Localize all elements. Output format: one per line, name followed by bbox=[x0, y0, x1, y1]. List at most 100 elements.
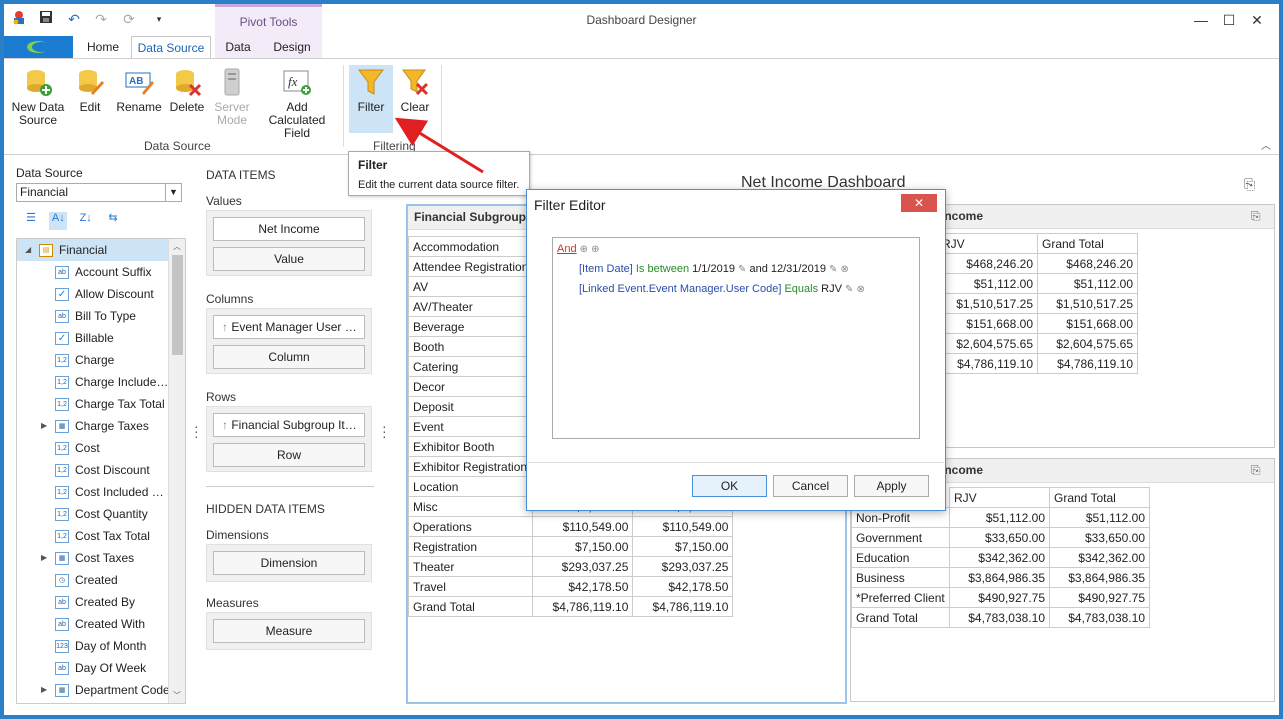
export-icon[interactable]: ⎘ bbox=[1244, 176, 1255, 193]
field-item[interactable]: ▶ ▦ Charge Taxes bbox=[17, 415, 169, 437]
field-item[interactable]: ab Day Of Week bbox=[17, 657, 169, 679]
column-header[interactable]: RJV bbox=[949, 487, 1050, 508]
field-item[interactable]: ab Created With bbox=[17, 613, 169, 635]
numeric-field-icon: 1,2 bbox=[55, 508, 69, 521]
collapse-icon[interactable]: ◢ bbox=[25, 239, 35, 261]
group-by-type-icon[interactable]: ☰ bbox=[22, 211, 40, 229]
scroll-down-icon[interactable]: ﹀ bbox=[173, 690, 181, 701]
sort-descending-icon[interactable]: Z↓ bbox=[77, 212, 95, 230]
close-icon[interactable]: ✕ bbox=[901, 194, 937, 212]
close-icon[interactable]: ✕ bbox=[1242, 8, 1272, 32]
export-icon[interactable]: ⎘ bbox=[1251, 463, 1261, 478]
field-item[interactable]: ab Account Suffix bbox=[17, 261, 169, 283]
scrollbar-thumb[interactable] bbox=[172, 255, 183, 355]
delete-button[interactable]: Delete bbox=[168, 67, 206, 114]
field-item[interactable]: 1,2 Cost Included … bbox=[17, 481, 169, 503]
condition-value-to[interactable]: 12/31/2019 bbox=[771, 263, 826, 275]
data-source-value: Financial bbox=[20, 185, 69, 199]
filter-button[interactable]: Filter bbox=[349, 65, 393, 133]
group-operator-and[interactable]: And bbox=[557, 243, 577, 255]
field-item[interactable]: 1,2 Cost bbox=[17, 437, 169, 459]
dimensions-drop-target[interactable]: Dimension bbox=[213, 551, 365, 575]
field-item[interactable]: 1,2 Charge bbox=[17, 349, 169, 371]
chevron-down-icon[interactable]: ▼ bbox=[165, 184, 181, 201]
collapse-ribbon-icon[interactable]: ︿ bbox=[1261, 137, 1271, 152]
condition-field[interactable]: [Item Date] bbox=[579, 263, 633, 275]
column-header[interactable]: RJV bbox=[937, 233, 1038, 254]
export-icon[interactable]: ⎘ bbox=[1251, 209, 1261, 224]
columns-drop-target[interactable]: Column bbox=[213, 345, 365, 369]
edit-pencil-icon[interactable]: ✎ bbox=[829, 264, 837, 275]
edit-pencil-icon[interactable]: ✎ bbox=[845, 284, 853, 295]
header-row: RJV Grand Total bbox=[937, 233, 1138, 254]
field-item[interactable]: 1,2 Charge Tax Total bbox=[17, 393, 169, 415]
data-source-select[interactable]: Financial ▼ bbox=[16, 183, 182, 202]
add-condition-icon[interactable]: ⊕ bbox=[591, 244, 599, 255]
field-item[interactable]: ◷ Created bbox=[17, 569, 169, 591]
field-item[interactable]: 123 Day of Month bbox=[17, 635, 169, 657]
field-item[interactable]: 1,2 Charge Include… bbox=[17, 371, 169, 393]
splitter-grip-icon[interactable]: · · · bbox=[194, 419, 200, 443]
splitter-grip-icon[interactable]: · · · bbox=[382, 419, 388, 443]
condition-field[interactable]: [Linked Event.Event Manager.User Code] bbox=[579, 283, 781, 295]
edit-pencil-icon[interactable]: ✎ bbox=[738, 264, 746, 275]
expand-icon[interactable]: ▶ bbox=[41, 547, 51, 569]
field-item[interactable]: ab Created By bbox=[17, 591, 169, 613]
field-item[interactable]: ▶ ▦ Department Code bbox=[17, 679, 169, 701]
minimize-icon[interactable]: — bbox=[1186, 8, 1216, 32]
rows-item[interactable]: ↑ Financial Subgroup It… bbox=[213, 413, 365, 437]
column-header[interactable]: Grand Total bbox=[1049, 487, 1150, 508]
scroll-up-icon[interactable]: ︿ bbox=[173, 241, 181, 252]
field-item[interactable]: ab Bill To Type bbox=[17, 305, 169, 327]
tab-design[interactable]: Design bbox=[271, 36, 313, 58]
tab-home[interactable]: Home bbox=[80, 36, 126, 58]
edit-button[interactable]: Edit bbox=[72, 67, 108, 114]
clear-filter-icon bbox=[402, 69, 429, 96]
sort-ascending-icon[interactable]: A↓ bbox=[49, 212, 68, 230]
clear-filter-button[interactable]: Clear bbox=[397, 67, 433, 114]
field-item[interactable]: 1,2 Cost Quantity bbox=[17, 503, 169, 525]
server-mode-button[interactable]: Server Mode bbox=[211, 67, 253, 127]
expand-icon[interactable]: ▶ bbox=[41, 679, 51, 701]
value-cell: $7,150.00 bbox=[632, 536, 734, 557]
maximize-icon[interactable]: ☐ bbox=[1214, 8, 1244, 32]
cancel-button[interactable]: Cancel bbox=[773, 475, 848, 497]
field-item[interactable]: ✓ Allow Discount bbox=[17, 283, 169, 305]
tree-root-label: Financial bbox=[59, 243, 108, 257]
remove-condition-icon[interactable]: ⊗ bbox=[840, 264, 848, 275]
field-label: Day Of Week bbox=[75, 661, 147, 675]
condition-operator[interactable]: Is between bbox=[636, 263, 689, 275]
value-cell: $33,650.00 bbox=[1049, 527, 1150, 548]
dialog-title: Filter Editor bbox=[534, 197, 606, 213]
field-item[interactable]: 1,2 Cost Tax Total bbox=[17, 525, 169, 547]
ok-button[interactable]: OK bbox=[692, 475, 767, 497]
columns-item[interactable]: ↑ Event Manager User … bbox=[213, 315, 365, 339]
add-group-icon[interactable]: ⊕ bbox=[580, 244, 588, 255]
apply-button[interactable]: Apply bbox=[854, 475, 929, 497]
condition-operator[interactable]: Equals bbox=[784, 283, 818, 295]
values-item-net-income[interactable]: Net Income bbox=[213, 217, 365, 241]
field-item[interactable]: ✓ Billable bbox=[17, 327, 169, 349]
rows-drop-target[interactable]: Row bbox=[213, 443, 365, 467]
values-drop-target[interactable]: Value bbox=[213, 247, 365, 271]
field-item[interactable]: ▶ ▦ Cost Taxes bbox=[17, 547, 169, 569]
dimensions-label: Dimensions bbox=[206, 528, 269, 542]
add-calculated-field-label: Add Calculated Field bbox=[268, 100, 326, 140]
refresh-fields-icon[interactable]: ⇆ bbox=[104, 211, 122, 229]
file-tab[interactable] bbox=[4, 36, 73, 58]
tab-data[interactable]: Data bbox=[218, 36, 258, 58]
tree-scrollbar[interactable]: ︿ ﹀ bbox=[168, 239, 185, 703]
remove-condition-icon[interactable]: ⊗ bbox=[856, 284, 864, 295]
measures-drop-target[interactable]: Measure bbox=[213, 619, 365, 643]
expand-icon[interactable]: ▶ bbox=[41, 415, 51, 437]
condition-value-from[interactable]: 1/1/2019 bbox=[692, 263, 735, 275]
numeric-field-icon: 1,2 bbox=[55, 464, 69, 477]
tab-data-source[interactable]: Data Source bbox=[131, 36, 211, 58]
field-item[interactable]: 1,2 Cost Discount bbox=[17, 459, 169, 481]
add-calculated-field-button[interactable]: fx Add Calculated Field bbox=[258, 67, 336, 140]
column-header[interactable]: Grand Total bbox=[1037, 233, 1138, 254]
rename-button[interactable]: AB Rename bbox=[116, 67, 162, 114]
condition-value[interactable]: RJV bbox=[821, 283, 842, 295]
new-data-source-button[interactable]: New Data Source bbox=[10, 67, 66, 127]
tree-root-financial[interactable]: ◢ ▤ Financial bbox=[17, 239, 169, 261]
